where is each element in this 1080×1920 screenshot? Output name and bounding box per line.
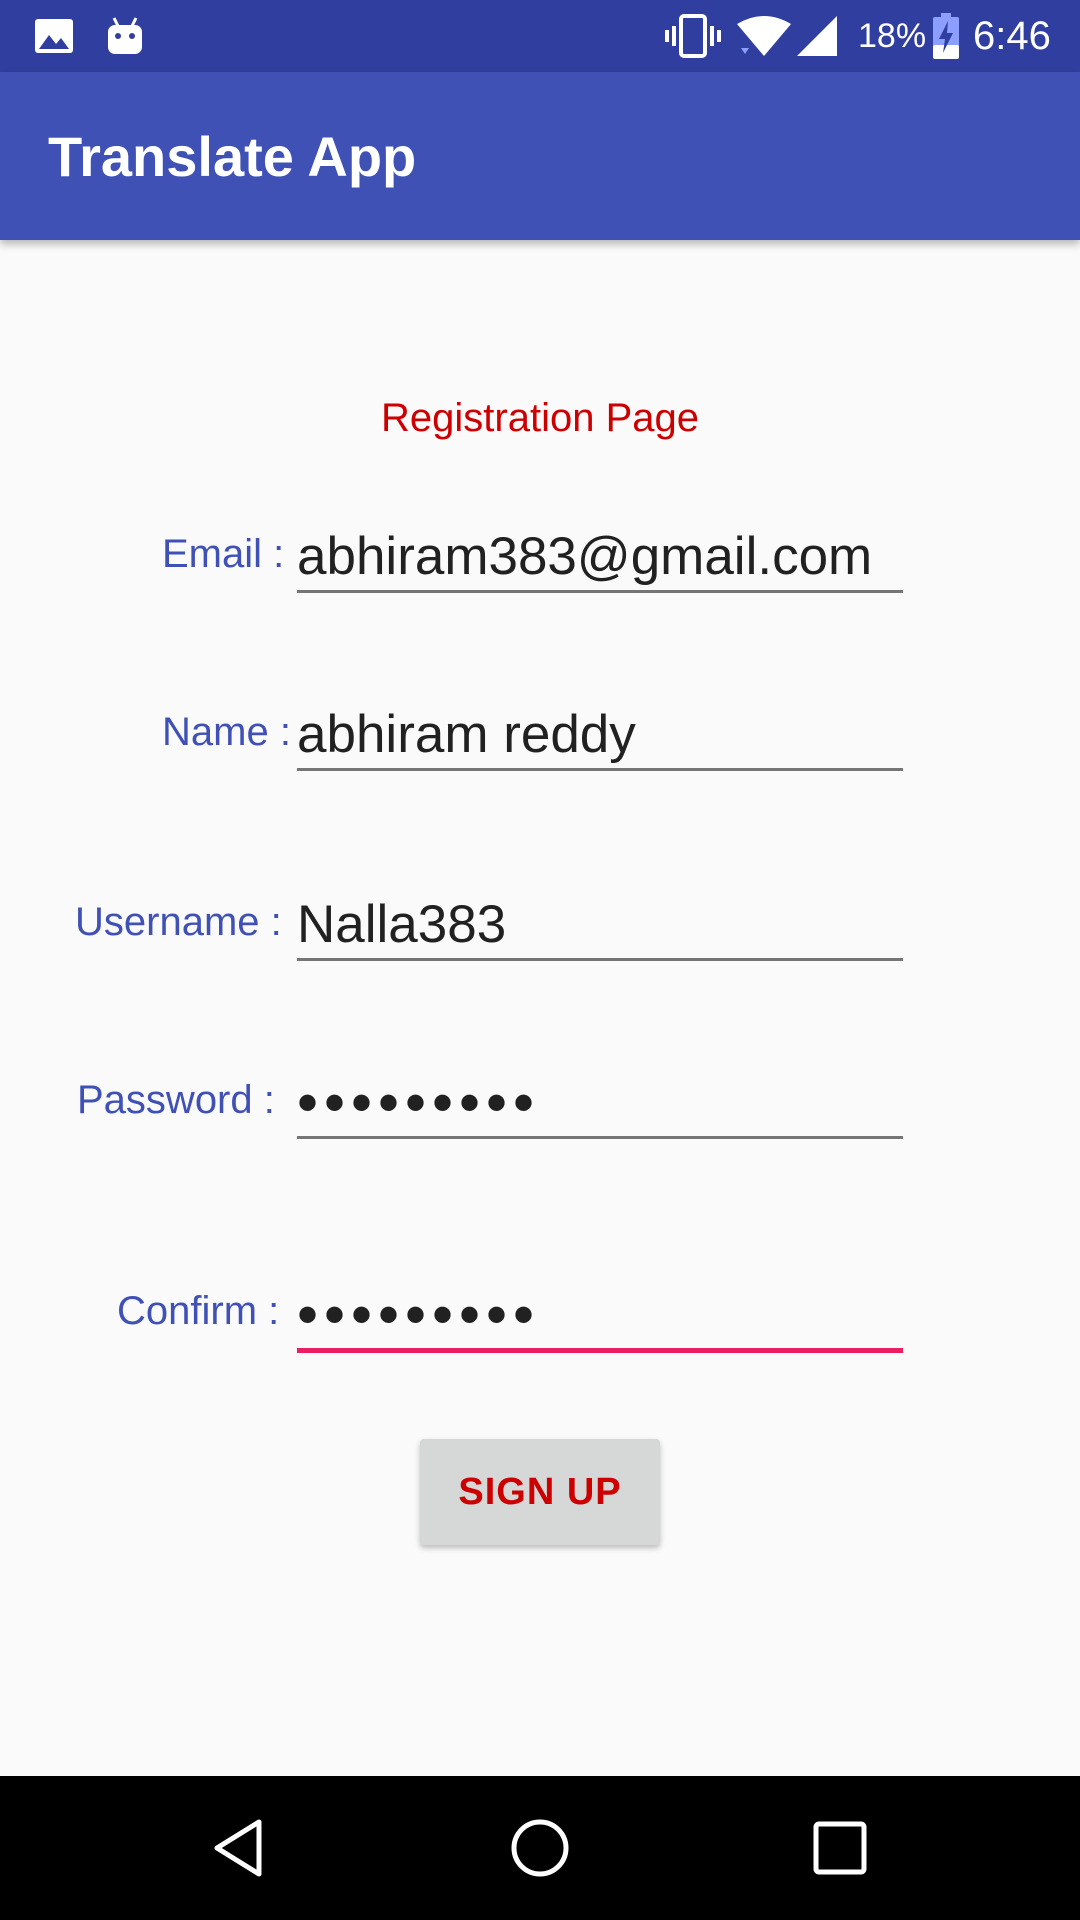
page-heading: Registration Page [381,396,699,440]
battery-percent: 18% [858,16,927,55]
status-bar: 18% 6:46 [0,0,1080,72]
navigation-bar [0,1776,1080,1920]
signal-icon [795,0,839,72]
home-icon[interactable] [504,1812,576,1884]
password-field[interactable] [297,1070,903,1139]
wifi-icon [735,0,793,72]
vibrate-icon [665,0,721,72]
email-label: Email : [162,532,285,576]
recents-icon[interactable] [804,1812,876,1884]
screen: 18% 6:46 Translate App Registration Page… [0,0,1080,1920]
email-field[interactable] [297,524,903,593]
app-title: Translate App [48,124,417,188]
confirm-password-field[interactable] [297,1282,903,1353]
password-label: Password : [77,1078,275,1122]
name-label: Name : [162,710,291,754]
sign-up-button[interactable]: SIGN UP [420,1439,660,1545]
app-bar: Translate App [0,72,1080,240]
image-icon [34,0,74,72]
clock: 6:46 [973,13,1051,58]
username-field[interactable] [297,892,903,961]
username-label: Username : [75,900,282,944]
name-field[interactable] [297,702,903,771]
confirm-password-label: Confirm : [117,1289,280,1333]
android-icon [106,0,144,72]
back-icon[interactable] [205,1812,277,1884]
battery-charging-icon [932,0,960,72]
